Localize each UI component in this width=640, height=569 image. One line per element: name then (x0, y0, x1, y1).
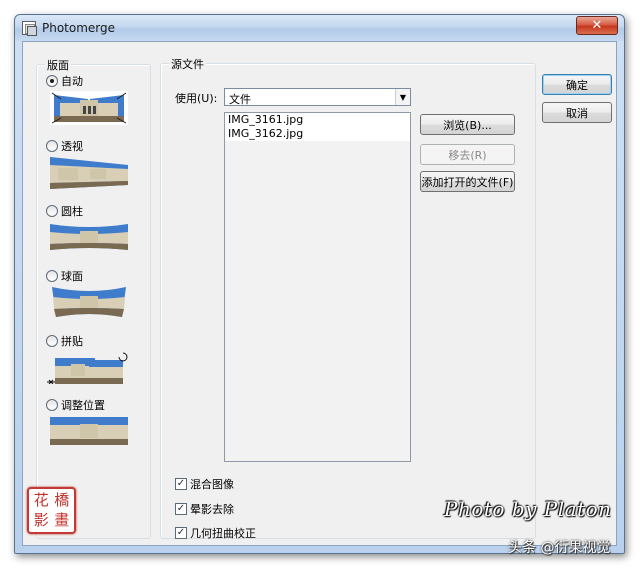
dropdown-arrow-icon[interactable]: ▼ (395, 89, 410, 105)
layout-option-perspective[interactable]: 透视 (46, 138, 83, 154)
thumb-spherical (50, 285, 128, 319)
layout-option-reposition[interactable]: 调整位置 (46, 397, 105, 413)
radio-reposition[interactable] (46, 399, 58, 411)
geometric-distortion-option[interactable]: ✓ 几何扭曲校正 (175, 525, 256, 541)
app-icon (22, 21, 37, 36)
use-label: 使用(U): (175, 92, 218, 105)
seal-char: 花 (33, 491, 49, 510)
seal-char: 畫 (54, 510, 70, 529)
checkbox-label: 混合图像 (190, 478, 234, 491)
seal-char: 影 (33, 510, 49, 529)
ok-button[interactable]: 确定 (542, 74, 612, 95)
cancel-button[interactable]: 取消 (542, 102, 612, 123)
radio-collage[interactable] (46, 335, 58, 347)
layout-option-label: 圆柱 (61, 205, 83, 218)
layout-option-label: 自动 (61, 75, 83, 88)
source-group: 源文件 使用(U): 文件 ▼ IMG_3161.jpg IMG_3162.jp… (160, 56, 536, 541)
thumb-cylindrical (50, 220, 128, 254)
layout-option-label: 拼贴 (61, 335, 83, 348)
layout-option-label: 调整位置 (61, 399, 105, 412)
close-button[interactable]: ✕ (576, 16, 618, 35)
photomerge-dialog: Photomerge ✕ 版面 自动 透视 圆柱 球面 拼贴 调整位置 源文件 … (14, 14, 625, 554)
layout-option-spherical[interactable]: 球面 (46, 268, 83, 284)
file-list-item[interactable]: IMG_3162.jpg (225, 127, 410, 141)
layout-group: 版面 自动 透视 圆柱 球面 拼贴 调整位置 (36, 57, 151, 539)
layout-option-auto[interactable]: 自动 (46, 73, 83, 89)
vignette-removal-option[interactable]: ✓ 晕影去除 (175, 501, 234, 517)
add-open-files-button[interactable]: 添加打开的文件(F) (420, 171, 515, 192)
file-list[interactable]: IMG_3161.jpg IMG_3162.jpg (224, 112, 411, 462)
radio-spherical[interactable] (46, 270, 58, 282)
remove-button[interactable]: 移去(R) (420, 144, 515, 165)
title-bar[interactable]: Photomerge ✕ (15, 15, 624, 41)
browse-button[interactable]: 浏览(B)... (420, 114, 515, 135)
layout-option-label: 球面 (61, 270, 83, 283)
photo-credit-watermark: Photo by Platon (444, 497, 612, 521)
window-title: Photomerge (42, 21, 116, 35)
radio-cylindrical[interactable] (46, 205, 58, 217)
checkbox-label: 晕影去除 (190, 503, 234, 516)
layout-option-collage[interactable]: 拼贴 (46, 333, 83, 349)
thumb-collage (45, 350, 133, 384)
close-icon: ✕ (591, 18, 603, 33)
radio-perspective[interactable] (46, 140, 58, 152)
layout-option-label: 透视 (61, 140, 83, 153)
thumb-reposition (50, 415, 128, 449)
blend-images-option[interactable]: ✓ 混合图像 (175, 476, 234, 492)
use-select[interactable]: 文件 ▼ (224, 88, 411, 106)
dialog-body: 版面 自动 透视 圆柱 球面 拼贴 调整位置 源文件 使用(U): 文件 ▼ I… (22, 41, 617, 546)
use-select-value: 文件 (229, 93, 251, 106)
radio-auto[interactable] (46, 75, 58, 87)
layout-option-cylindrical[interactable]: 圆柱 (46, 203, 83, 219)
thumb-auto (50, 91, 128, 125)
checkbox-label: 几何扭曲校正 (190, 527, 256, 540)
file-list-item[interactable]: IMG_3161.jpg (225, 113, 410, 127)
check-icon[interactable]: ✓ (175, 478, 187, 490)
source-legend: 源文件 (169, 56, 206, 72)
site-credit-watermark: 头条 @衍果视觉 (508, 540, 611, 556)
seal-stamp: 花 橋 影 畫 (27, 487, 76, 534)
seal-char: 橋 (54, 491, 70, 510)
rotate-icon (118, 352, 128, 362)
layout-legend: 版面 (45, 57, 71, 73)
move-icon (47, 379, 55, 384)
check-icon[interactable]: ✓ (175, 503, 187, 515)
check-icon[interactable]: ✓ (175, 527, 187, 539)
thumb-perspective (50, 155, 128, 189)
